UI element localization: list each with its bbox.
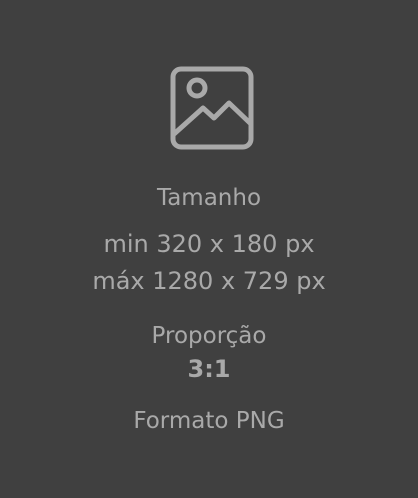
aspect-ratio-value: 3:1	[187, 355, 231, 383]
min-size-text: min 320 x 180 px	[103, 230, 315, 258]
size-label: Tamanho	[156, 185, 262, 211]
format-text: Formato PNG	[133, 408, 285, 434]
image-placeholder-icon	[170, 66, 254, 150]
max-size-text: máx 1280 x 729 px	[92, 267, 326, 295]
aspect-ratio-label: Proporção	[151, 323, 267, 349]
image-upload-placeholder[interactable]: Tamanho min 320 x 180 px máx 1280 x 729 …	[0, 0, 418, 498]
